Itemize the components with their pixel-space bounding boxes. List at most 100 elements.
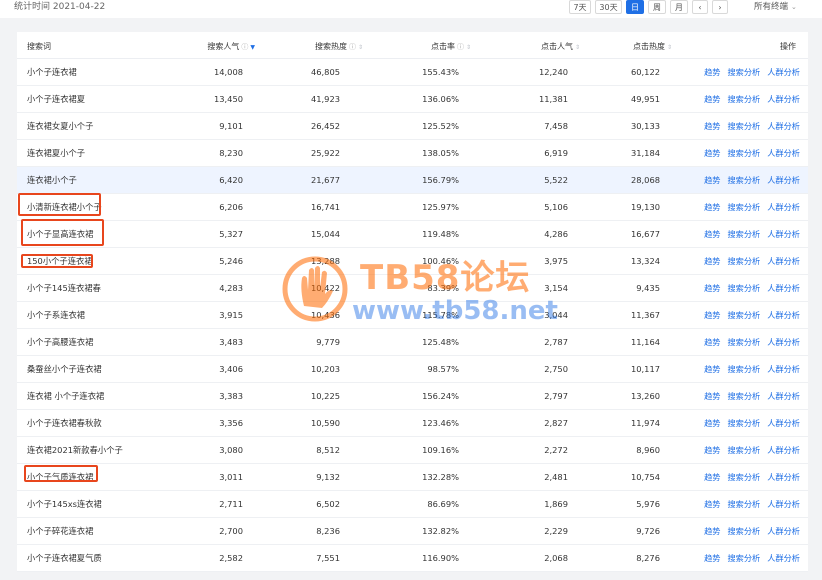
crowd-analysis-link[interactable]: 人群分析 [767, 445, 800, 455]
ctr-cell: 98.57% [427, 364, 459, 374]
trend-link[interactable]: 趋势 [704, 364, 720, 374]
sort-icon[interactable]: ⇕ [358, 44, 363, 51]
crowd-analysis-link[interactable]: 人群分析 [767, 418, 800, 428]
sort-icon[interactable]: ⇕ [667, 44, 672, 51]
trend-link[interactable]: 趋势 [704, 553, 720, 563]
click-heat-cell: 49,951 [630, 94, 660, 104]
table-row: 小个子145连衣裙春 4,283 10,422 83.39% 3,154 9,435 趋势搜… [17, 275, 808, 302]
info-icon: ⓘ [241, 43, 249, 51]
col-heat[interactable]: 搜索热度 ⓘ ⇕ [315, 41, 363, 52]
col-click-heat[interactable]: 点击热度 ⇕ [633, 41, 672, 52]
period-day-button[interactable]: 日 [626, 0, 644, 14]
table-row: 小个子碎花连衣裙 2,700 8,236 132.82% 2,229 9,726 趋势 搜索分… [17, 518, 808, 545]
search-analysis-link[interactable]: 搜索分析 [727, 337, 760, 347]
search-analysis-link[interactable]: 搜索分析 [727, 472, 760, 482]
period-30d-button[interactable]: 30天 [595, 0, 622, 14]
trend-link[interactable]: 趋势 [704, 418, 720, 428]
search-analysis-link[interactable]: 搜索分析 [727, 229, 760, 239]
crowd-analysis-link[interactable]: 人群分析 [767, 310, 800, 320]
row-actions: 趋势 搜索分析 人群分析 [697, 553, 800, 563]
search-analysis-link[interactable]: 搜索分析 [727, 175, 760, 185]
crowd-analysis-link[interactable]: 人群分析 [767, 499, 800, 509]
chevron-left-icon: ‹ [698, 3, 702, 12]
heat-cell: 15,044 [310, 229, 340, 239]
search-analysis-link[interactable]: 搜索分析 [727, 499, 760, 509]
popularity-cell: 2,582 [219, 553, 243, 563]
trend-link[interactable]: 趋势 [704, 526, 720, 536]
next-arrow-button[interactable]: › [712, 0, 728, 14]
search-analysis-link[interactable]: 搜索分析 [727, 202, 760, 212]
period-month-button[interactable]: 月 [670, 0, 688, 14]
trend-link[interactable]: 趋势 [704, 148, 720, 158]
popularity-cell: 14,008 [213, 67, 243, 77]
popularity-cell: 5,246 [219, 256, 243, 266]
trend-link[interactable]: 趋势 [704, 175, 720, 185]
row-actions: 趋势 搜索分析 人群分析 [697, 67, 800, 77]
prev-arrow-button[interactable]: ‹ [692, 0, 708, 14]
ctr-cell: 123.46% [422, 418, 459, 428]
click-heat-cell: 11,367 [630, 310, 660, 320]
crowd-analysis-link[interactable]: 人群分析 [767, 337, 800, 347]
trend-link[interactable]: 趋势 [704, 283, 720, 293]
crowd-analysis-link[interactable]: 人群分析 [767, 175, 800, 185]
trend-link[interactable]: 趋势 [704, 472, 720, 482]
click-heat-cell: 10,117 [630, 364, 660, 374]
crowd-analysis-link[interactable]: 人群分析 [767, 283, 800, 293]
search-analysis-link[interactable]: 搜索分析 [727, 553, 760, 563]
info-icon: ⓘ [456, 43, 464, 51]
search-analysis-link[interactable]: 搜索分析 [727, 256, 760, 266]
search-analysis-link[interactable]: 搜索分析 [727, 445, 760, 455]
sort-icon[interactable]: ⇕ [466, 44, 471, 51]
search-analysis-link[interactable]: 搜索分析 [727, 121, 760, 131]
search-analysis-link[interactable]: 搜索分析 [727, 67, 760, 77]
trend-link[interactable]: 趋势 [704, 202, 720, 212]
click-heat-cell: 13,324 [630, 256, 660, 266]
col-click-pop[interactable]: 点击人气 ⇕ [541, 41, 580, 52]
search-analysis-link[interactable]: 搜索分析 [727, 94, 760, 104]
terminal-select[interactable]: 所有终端 ⌄ [754, 0, 797, 14]
click-heat-cell: 9,435 [636, 283, 660, 293]
trend-link[interactable]: 趋势 [704, 310, 720, 320]
crowd-analysis-link[interactable]: 人群分析 [767, 148, 800, 158]
trend-link[interactable]: 趋势 [704, 391, 720, 401]
search-analysis-link[interactable]: 搜索分析 [727, 418, 760, 428]
search-analysis-link[interactable]: 搜索分析 [727, 283, 760, 293]
row-actions: 趋势 搜索分析 人群分析 [697, 364, 800, 374]
table-row: 小清新连衣裙小个子 6,206 16,741 125.97% 5,106 19,130 趋势… [17, 194, 808, 221]
crowd-analysis-link[interactable]: 人群分析 [767, 121, 800, 131]
crowd-analysis-link[interactable]: 人群分析 [767, 67, 800, 77]
trend-link[interactable]: 趋势 [704, 337, 720, 347]
crowd-analysis-link[interactable]: 人群分析 [767, 364, 800, 374]
search-analysis-link[interactable]: 搜索分析 [727, 526, 760, 536]
trend-link[interactable]: 趋势 [704, 256, 720, 266]
trend-link[interactable]: 趋势 [704, 67, 720, 77]
click-pop-cell: 3,975 [544, 256, 568, 266]
search-analysis-link[interactable]: 搜索分析 [727, 310, 760, 320]
sort-icon[interactable]: ⇕ [575, 44, 580, 51]
sort-desc-icon[interactable]: ▼ [250, 44, 255, 51]
trend-link[interactable]: 趋势 [704, 445, 720, 455]
crowd-analysis-link[interactable]: 人群分析 [767, 94, 800, 104]
search-analysis-link[interactable]: 搜索分析 [727, 391, 760, 401]
trend-link[interactable]: 趋势 [704, 499, 720, 509]
search-analysis-link[interactable]: 搜索分析 [727, 148, 760, 158]
heat-cell: 10,422 [310, 283, 340, 293]
trend-link[interactable]: 趋势 [704, 121, 720, 131]
period-week-button[interactable]: 周 [648, 0, 666, 14]
crowd-analysis-link[interactable]: 人群分析 [767, 229, 800, 239]
trend-link[interactable]: 趋势 [704, 229, 720, 239]
period-7d-button[interactable]: 7天 [569, 0, 591, 14]
crowd-analysis-link[interactable]: 人群分析 [767, 256, 800, 266]
table-row: 小个子系连衣裙 3,915 10,436 115.78% 3,044 11,367 趋势 搜索… [17, 302, 808, 329]
trend-link[interactable]: 趋势 [704, 94, 720, 104]
crowd-analysis-link[interactable]: 人群分析 [767, 391, 800, 401]
crowd-analysis-link[interactable]: 人群分析 [767, 526, 800, 536]
popularity-cell: 6,206 [219, 202, 243, 212]
row-actions: 趋势 搜索分析 人群分析 [697, 418, 800, 428]
col-popularity[interactable]: 搜索人气 ⓘ ▼ [207, 41, 255, 52]
search-analysis-link[interactable]: 搜索分析 [727, 364, 760, 374]
crowd-analysis-link[interactable]: 人群分析 [767, 553, 800, 563]
crowd-analysis-link[interactable]: 人群分析 [767, 202, 800, 212]
crowd-analysis-link[interactable]: 人群分析 [767, 472, 800, 482]
col-ctr[interactable]: 点击率 ⓘ ⇕ [431, 41, 471, 52]
